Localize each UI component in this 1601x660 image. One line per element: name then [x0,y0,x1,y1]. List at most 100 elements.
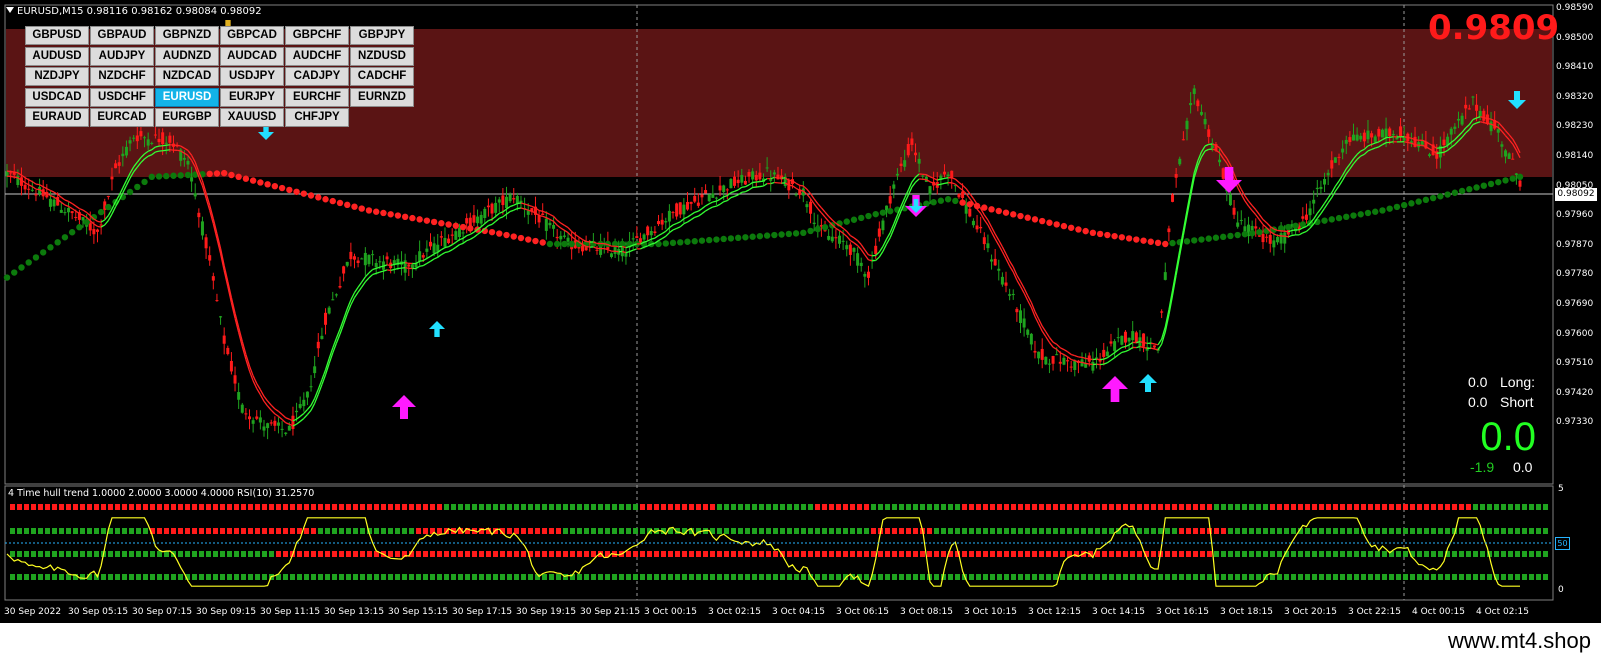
trend-dot [115,504,120,510]
trend-dot [1389,528,1394,534]
pair-button-eurusd[interactable]: EURUSD [155,87,219,107]
pair-button-eurcad[interactable]: EURCAD [90,108,154,127]
pair-button-eurjpy[interactable]: EURJPY [220,87,284,107]
hull-segment [723,199,728,203]
big-price-display: 0.9809 [1428,8,1560,48]
candle [1138,330,1142,352]
pair-button-nzdcad[interactable]: NZDCAD [155,67,219,86]
pair-button-euraud[interactable]: EURAUD [25,108,89,127]
hull-segment [586,245,590,248]
pair-button-gbpnzd[interactable]: GBPNZD [155,26,219,45]
pair-button-eurchf[interactable]: EURCHF [285,87,349,107]
trend-dot [976,528,981,534]
pair-button-usdcad[interactable]: USDCAD [25,87,89,107]
trend-dot [850,551,855,557]
hull-segment [560,227,565,231]
trend-dot [248,528,253,534]
pair-button-cadchf[interactable]: CADCHF [350,67,414,86]
pair-button-gbpjpy[interactable]: GBPJPY [350,26,414,45]
slow-ma-dot [1067,224,1075,231]
pair-button-gbpaud[interactable]: GBPAUD [90,26,154,45]
candle [541,203,545,216]
pair-button-gbpchf[interactable]: GBPCHF [285,26,349,45]
pair-button-audusd[interactable]: AUDUSD [25,46,89,66]
slow-ma-dot [235,173,242,181]
trend-dot [787,574,792,580]
hull-segment [430,258,435,262]
trend-dot [52,574,57,580]
trend-dot [1501,504,1506,510]
candle [631,232,635,250]
trend-dot [157,574,162,580]
current-price-label: 0.98092 [1555,188,1597,201]
trend-dot [549,551,554,557]
hull-segment [911,181,917,188]
trend-dot [346,528,351,534]
hull-segment [104,220,109,226]
chart-window[interactable]: EURUSD,M15 0.98116 0.98162 0.98084 0.980… [0,0,1601,623]
trend-dot [507,504,512,510]
hull-segment [517,207,522,210]
trend-dot [1256,574,1261,580]
candle [255,410,259,421]
hull-segment [71,207,77,212]
trend-dot [381,574,386,580]
candle [240,402,244,414]
pair-button-chfjpy[interactable]: CHFJPY [285,108,349,127]
trend-dot [1382,528,1387,534]
pair-button-audjpy[interactable]: AUDJPY [90,46,154,66]
pair-button-eurnzd[interactable]: EURNZD [350,87,414,107]
hull-segment [860,249,866,256]
hull-segment [357,281,363,288]
slow-ma-dot [677,239,684,246]
candle [1308,200,1312,223]
hull-segment [495,212,500,217]
pair-button-usdchf[interactable]: USDCHF [90,87,154,107]
trend-dot [1123,504,1128,510]
slow-ma-dot [706,236,713,244]
hull-segment [361,281,366,288]
hull-segment [1067,351,1072,355]
trend-dot [1263,551,1268,557]
trend-dot [332,528,337,534]
trend-dot [962,551,967,557]
pair-button-eurgbp[interactable]: EURGBP [155,108,219,127]
trend-dot [395,574,400,580]
hull-segment [737,186,743,191]
pair-button-gbpcad[interactable]: GBPCAD [220,26,284,45]
trend-dot [1053,551,1058,557]
hull-segment [799,184,804,187]
candle [447,234,451,245]
trend-dot [675,504,680,510]
pair-button-audnzd[interactable]: AUDNZD [155,46,219,66]
dropdown-triangle-icon[interactable] [6,7,14,13]
trend-dot [983,551,988,557]
slow-ma-dot [1082,227,1089,235]
pair-button-nzdchf[interactable]: NZDCHF [90,67,154,86]
trend-dot [1403,574,1408,580]
candle [302,392,306,412]
trend-dot [353,504,358,510]
pair-button-audchf[interactable]: AUDCHF [285,46,349,66]
pair-button-audcad[interactable]: AUDCAD [220,46,284,66]
hull-segment [582,239,587,243]
pair-button-gbpusd[interactable]: GBPUSD [25,26,89,45]
trend-dot [780,504,785,510]
hull-segment [491,220,497,225]
trend-dot [1179,551,1184,557]
trend-dot [1060,504,1065,510]
trend-dot [591,504,596,510]
trend-dot [416,551,421,557]
pair-button-xauusd[interactable]: XAUUSD [220,108,284,127]
candle [309,375,313,392]
trend-dot [325,574,330,580]
pair-button-nzdusd[interactable]: NZDUSD [350,46,414,66]
candle [266,422,270,440]
pair-button-cadjpy[interactable]: CADJPY [285,67,349,86]
trend-dot [920,551,925,557]
pair-button-nzdjpy[interactable]: NZDJPY [25,67,89,86]
pair-button-usdjpy[interactable]: USDJPY [220,67,284,86]
hull-segment [1306,227,1311,232]
trend-dot [1536,574,1541,580]
trend-dot [402,574,407,580]
